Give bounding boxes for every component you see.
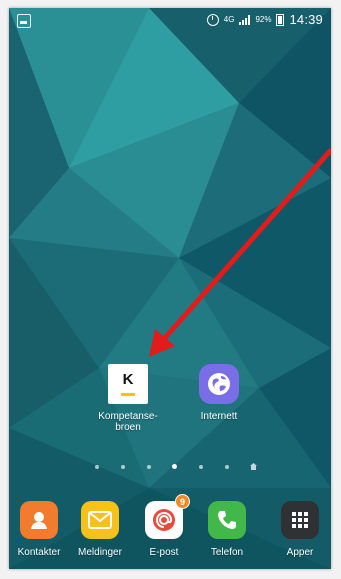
status-bar: 4G 92% 14:39 bbox=[9, 8, 331, 34]
yellow-bar bbox=[121, 393, 135, 396]
messages-app[interactable]: Meldinger bbox=[69, 501, 131, 558]
email-at-icon: 9 bbox=[145, 494, 190, 539]
wallpaper bbox=[9, 8, 331, 569]
phone-label: Telefon bbox=[210, 547, 244, 558]
home-screen: 4G 92% 14:39 K Kompetanse- broen Interne… bbox=[9, 8, 331, 569]
battery-percent: 92% bbox=[255, 15, 272, 24]
battery-icon bbox=[276, 13, 285, 26]
dock: Kontakter Meldinger 9 E-post Telefon App… bbox=[9, 494, 331, 569]
page-indicator[interactable] bbox=[91, 462, 263, 472]
email-app[interactable]: 9 E-post bbox=[133, 494, 195, 558]
phone-frame: 4G 92% 14:39 K Kompetanse- broen Interne… bbox=[0, 0, 341, 579]
globe-icon bbox=[199, 364, 239, 404]
phone-app[interactable]: Telefon bbox=[196, 501, 258, 558]
clock: 14:39 bbox=[289, 12, 323, 27]
page-dot[interactable] bbox=[225, 465, 229, 469]
kompetansebroen-label: Kompetanse- broen bbox=[98, 411, 158, 433]
contacts-app[interactable]: Kontakter bbox=[9, 501, 70, 558]
kompetansebroen-app[interactable]: K Kompetanse- broen bbox=[91, 364, 165, 433]
contacts-label: Kontakter bbox=[17, 547, 61, 558]
alarm-icon bbox=[206, 13, 219, 26]
app-grid-icon bbox=[281, 501, 319, 539]
k-logo-letter: K bbox=[122, 371, 134, 388]
page-dot[interactable] bbox=[121, 465, 125, 469]
screenshot-icon bbox=[17, 14, 31, 28]
home-page-icon[interactable] bbox=[250, 463, 257, 470]
page-dot[interactable] bbox=[95, 465, 99, 469]
page-dot-active[interactable] bbox=[172, 464, 177, 469]
email-label: E-post bbox=[149, 547, 179, 558]
internet-app[interactable]: Internett bbox=[187, 364, 251, 422]
phone-icon bbox=[208, 501, 246, 539]
page-dot[interactable] bbox=[147, 465, 151, 469]
apps-label: Apper bbox=[286, 547, 314, 558]
status-indicators: 4G 92% 14:39 bbox=[206, 12, 323, 27]
messages-label: Meldinger bbox=[78, 547, 122, 558]
kompetansebroen-app-icon: K bbox=[108, 364, 148, 404]
envelope-icon bbox=[81, 501, 119, 539]
unread-badge: 9 bbox=[175, 494, 190, 509]
internet-label: Internett bbox=[200, 411, 238, 422]
contact-icon bbox=[20, 501, 58, 539]
signal-icon bbox=[239, 14, 251, 25]
page-dot[interactable] bbox=[199, 465, 203, 469]
network-type: 4G bbox=[223, 14, 235, 24]
apps-drawer-button[interactable]: Apper bbox=[269, 501, 331, 558]
